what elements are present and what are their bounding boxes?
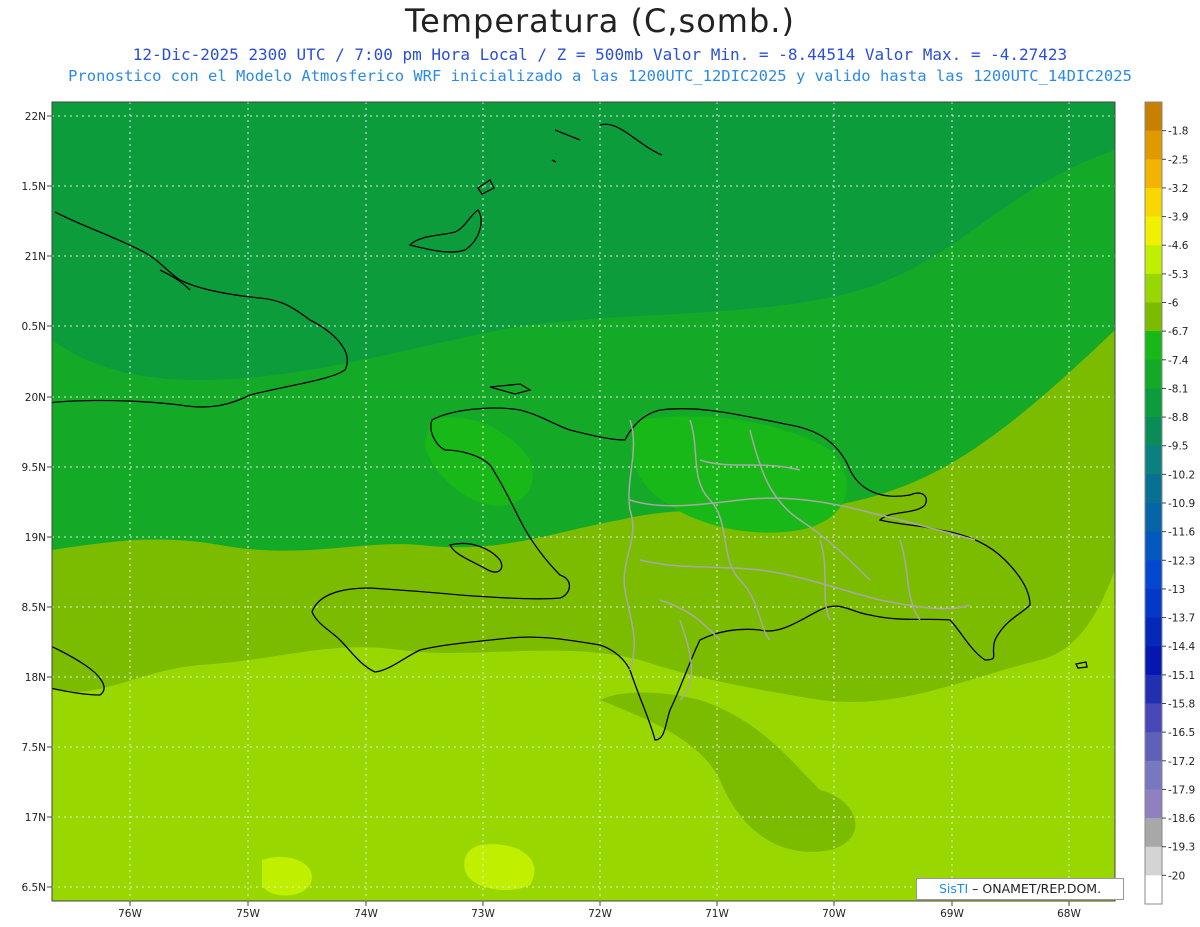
sisti-logo: SisTI: [938, 881, 969, 896]
latitude-axis: 22N 1.5N 21N 0.5N 20N 9.5N 19N 8.5N 18N …: [21, 111, 52, 894]
colorbar-swatch: [1145, 245, 1162, 275]
colorbar-swatch: [1145, 646, 1162, 676]
lon-tick-label: 74W: [354, 908, 378, 920]
colorbar-swatch: [1145, 503, 1162, 533]
lat-tick-label: 8.5N: [21, 602, 46, 614]
colorbar-label: -7.4: [1168, 355, 1189, 367]
colorbar-swatch: [1145, 588, 1162, 619]
colorbar-swatch: [1145, 732, 1162, 762]
colorbar-swatch: [1145, 216, 1162, 246]
colorbar-swatch: [1145, 474, 1162, 504]
credit-text: – ONAMET/REP.DOM.: [968, 881, 1102, 896]
colorbar-swatch: [1145, 560, 1162, 590]
colorbar-label: -9.5: [1168, 441, 1189, 453]
lon-tick-label: 73W: [471, 908, 495, 920]
colorbar-swatch: [1145, 674, 1162, 704]
colorbar-swatch: [1145, 359, 1162, 389]
colorbar-label: -8.8: [1168, 412, 1189, 424]
colorbar-label: -3.9: [1168, 212, 1189, 224]
lon-tick-label: 72W: [588, 908, 612, 920]
colorbar-swatch: [1145, 187, 1162, 218]
lat-tick-label: 1.5N: [21, 181, 46, 193]
colorbar-swatch: [1145, 789, 1162, 819]
colorbar-swatch: [1145, 846, 1162, 876]
colorbar-swatch: [1145, 875, 1162, 905]
lon-tick-label: 68W: [1057, 908, 1081, 920]
colorbar-label: -16.5: [1168, 727, 1195, 739]
colorbar-label: -14.4: [1168, 641, 1195, 653]
colorbar-label: -1.8: [1168, 126, 1189, 138]
lat-tick-label: 19N: [25, 532, 46, 544]
credit-box: SisTI – ONAMET/REP.DOM.: [916, 878, 1124, 900]
colorbar-label: -15.1: [1168, 670, 1195, 682]
colorbar-label: -13.7: [1168, 613, 1195, 625]
colorbar-label: -17.2: [1168, 756, 1195, 768]
colorbar-label: -5.3: [1168, 269, 1189, 281]
lat-tick-label: 6.5N: [21, 882, 46, 894]
colorbar-label: -10.2: [1168, 469, 1195, 481]
longitude-axis: 76W 75W 74W 73W 72W 71W 70W 69W 68W: [118, 901, 1081, 920]
colorbar-swatch: [1145, 531, 1162, 561]
lon-tick-label: 70W: [822, 908, 846, 920]
colorbar-label: -11.6: [1168, 527, 1195, 539]
colorbar-label: -20: [1168, 870, 1185, 882]
colorbar-label: -8.1: [1168, 383, 1189, 395]
colorbar-label: -12.3: [1168, 555, 1195, 567]
colorbar-label: -10.9: [1168, 498, 1195, 510]
colorbar-swatch: [1145, 102, 1162, 132]
colorbar: -1.8 -2.5 -3.2 -3.9 -4.6 -5.3 -6 -6.7 -7.4 -8.1 -8…: [1144, 101, 1195, 905]
colorbar-label: -3.2: [1168, 183, 1189, 195]
temperature-map: 22N 1.5N 21N 0.5N 20N 9.5N 19N 8.5N 18N …: [21, 101, 1195, 920]
lat-tick-label: 20N: [25, 392, 46, 404]
colorbar-swatch: [1145, 130, 1162, 160]
colorbar-swatch: [1145, 760, 1162, 790]
colorbar-label: -4.6: [1168, 240, 1189, 252]
colorbar-swatch: [1145, 818, 1162, 848]
lat-tick-label: 21N: [25, 251, 46, 263]
lat-tick-label: 17N: [25, 812, 46, 824]
lon-tick-label: 76W: [118, 908, 142, 920]
colorbar-label: -13: [1168, 584, 1185, 596]
colorbar-swatch: [1145, 331, 1162, 361]
colorbar-label: -6.7: [1168, 326, 1189, 338]
lat-tick-label: 18N: [25, 672, 46, 684]
colorbar-swatch: [1145, 617, 1162, 647]
lat-tick-label: 7.5N: [21, 742, 46, 754]
lon-tick-label: 69W: [940, 908, 964, 920]
colorbar-label: -18.6: [1168, 813, 1195, 825]
colorbar-swatch: [1145, 417, 1162, 447]
colorbar-swatch: [1145, 159, 1162, 189]
colorbar-swatch: [1145, 273, 1162, 303]
colorbar-label: -17.9: [1168, 784, 1195, 796]
lon-tick-label: 75W: [236, 908, 260, 920]
colorbar-label: -2.5: [1168, 154, 1189, 166]
colorbar-swatch: [1145, 703, 1162, 733]
temperature-field: [52, 102, 1115, 901]
lon-tick-label: 71W: [705, 908, 729, 920]
colorbar-label: -15.8: [1168, 699, 1195, 711]
colorbar-label: -19.3: [1168, 842, 1195, 854]
lat-tick-label: 22N: [25, 111, 46, 123]
lat-tick-label: 9.5N: [21, 462, 46, 474]
lat-tick-label: 0.5N: [21, 321, 46, 333]
colorbar-label: -6: [1168, 298, 1179, 310]
colorbar-swatch: [1145, 388, 1162, 418]
colorbar-swatch: [1145, 445, 1162, 475]
colorbar-swatch: [1145, 302, 1162, 332]
